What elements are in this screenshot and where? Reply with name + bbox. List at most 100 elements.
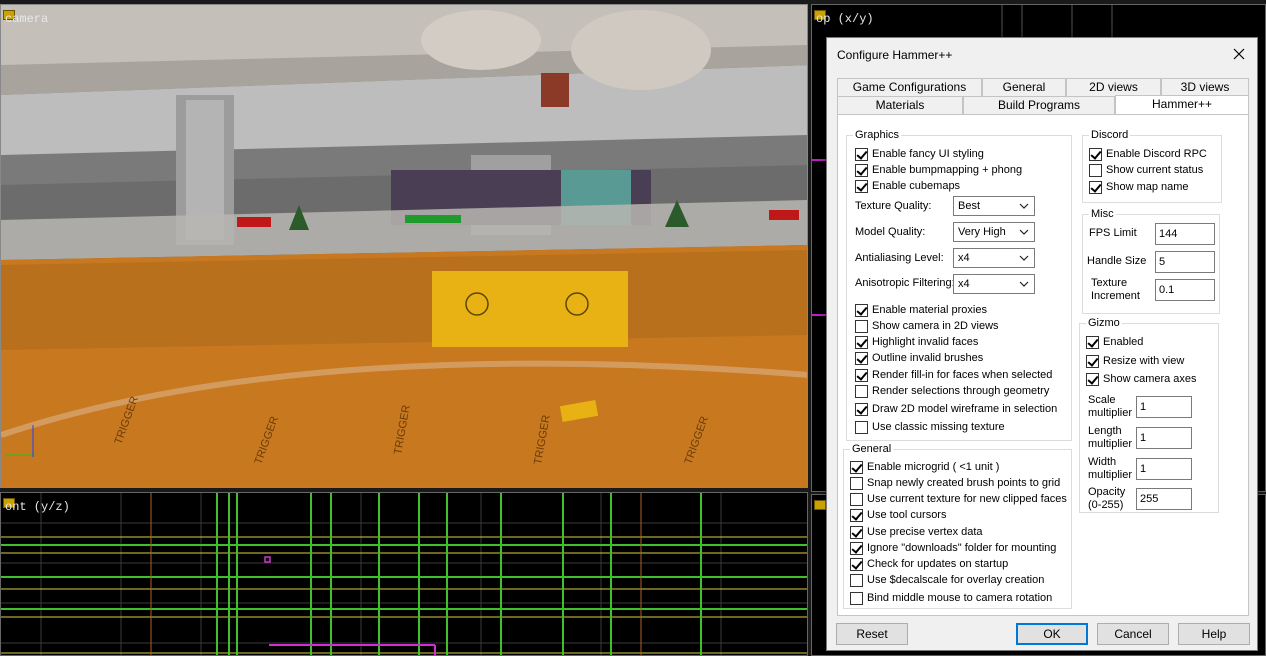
checkbox-box[interactable] bbox=[850, 591, 863, 605]
checkbox-2d-wireframe[interactable]: Draw 2D model wireframe in selection bbox=[855, 401, 1057, 417]
length-label-1: Length bbox=[1088, 425, 1122, 437]
checkbox-box[interactable] bbox=[850, 508, 863, 522]
model-quality-select[interactable]: Very High bbox=[953, 222, 1035, 242]
checkbox-label: Enable fancy UI styling bbox=[872, 148, 984, 160]
length-multiplier-input[interactable]: 1 bbox=[1136, 427, 1192, 449]
checkbox-box[interactable] bbox=[1086, 354, 1099, 368]
checkbox-box[interactable] bbox=[855, 147, 868, 161]
checkbox-render-through[interactable]: Render selections through geometry bbox=[855, 383, 1049, 399]
handle-size-input[interactable]: 5 bbox=[1155, 251, 1215, 273]
checkbox-bumpmapping[interactable]: Enable bumpmapping + phong bbox=[855, 162, 1022, 178]
checkbox-box[interactable] bbox=[850, 557, 863, 571]
checkbox-box[interactable] bbox=[850, 476, 863, 490]
checkbox-middle-mouse[interactable]: Bind middle mouse to camera rotation bbox=[850, 590, 1052, 606]
checkbox-box[interactable] bbox=[1089, 180, 1102, 194]
width-label-1: Width bbox=[1088, 456, 1117, 468]
checkbox-gizmo-enabled[interactable]: Enabled bbox=[1086, 334, 1143, 350]
checkbox-box[interactable] bbox=[850, 573, 863, 587]
help-button[interactable]: Help bbox=[1178, 623, 1250, 645]
checkbox-camera-2d[interactable]: Show camera in 2D views bbox=[855, 318, 999, 334]
misc-group-title: Misc bbox=[1089, 208, 1116, 220]
anisotropic-select[interactable]: x4 bbox=[953, 274, 1035, 294]
reset-button[interactable]: Reset bbox=[836, 623, 908, 645]
checkbox-material-proxies[interactable]: Enable material proxies bbox=[855, 302, 987, 318]
front-view-label[interactable]: ont (y/z) bbox=[5, 500, 70, 514]
checkbox-box[interactable] bbox=[855, 335, 868, 349]
scale-multiplier-input[interactable]: 1 bbox=[1136, 396, 1192, 418]
gizmo-group-title: Gizmo bbox=[1086, 317, 1122, 329]
checkbox-box[interactable] bbox=[1086, 372, 1099, 386]
checkbox-box[interactable] bbox=[855, 303, 868, 317]
checkbox-resize-with-view[interactable]: Resize with view bbox=[1086, 353, 1184, 369]
width-multiplier-input[interactable]: 1 bbox=[1136, 458, 1192, 480]
checkbox-label: Show map name bbox=[1106, 181, 1189, 193]
handle-size-label: Handle Size bbox=[1087, 255, 1147, 267]
tab-general[interactable]: General bbox=[982, 78, 1066, 96]
checkbox-tool-cursors[interactable]: Use tool cursors bbox=[850, 507, 946, 523]
texture-quality-select[interactable]: Best bbox=[953, 196, 1035, 216]
close-icon[interactable] bbox=[1225, 42, 1253, 66]
checkbox-cubemaps[interactable]: Enable cubemaps bbox=[855, 178, 960, 194]
checkbox-box[interactable] bbox=[850, 460, 863, 474]
checkbox-render-fillin[interactable]: Render fill-in for faces when selected bbox=[855, 367, 1052, 383]
checkbox-ignore-downloads[interactable]: Ignore "downloads" folder for mounting bbox=[850, 540, 1056, 556]
top-view-label[interactable]: op (x/y) bbox=[816, 12, 874, 26]
select-value: Best bbox=[958, 200, 981, 212]
checkbox-discord-rpc[interactable]: Enable Discord RPC bbox=[1089, 146, 1207, 162]
checkbox-box[interactable] bbox=[855, 179, 868, 193]
checkbox-current-status[interactable]: Show current status bbox=[1089, 162, 1203, 178]
checkbox-box[interactable] bbox=[850, 541, 863, 555]
opacity-label-2: (0-255) bbox=[1088, 499, 1124, 511]
width-label-2: multiplier bbox=[1088, 469, 1133, 481]
checkbox-box[interactable] bbox=[855, 163, 868, 177]
viewport-tag-icon[interactable] bbox=[814, 500, 826, 510]
checkbox-decalscale[interactable]: Use $decalscale for overlay creation bbox=[850, 572, 1044, 588]
fps-limit-input[interactable]: 144 bbox=[1155, 223, 1215, 245]
camera-view-label[interactable]: camera bbox=[5, 12, 48, 26]
checkbox-box[interactable] bbox=[855, 368, 868, 382]
tab-hammerpp[interactable]: Hammer++ bbox=[1115, 95, 1249, 114]
checkbox-label: Enable Discord RPC bbox=[1106, 148, 1207, 160]
checkbox-map-name[interactable]: Show map name bbox=[1089, 179, 1189, 195]
cancel-button[interactable]: Cancel bbox=[1097, 623, 1169, 645]
checkbox-highlight-invalid[interactable]: Highlight invalid faces bbox=[855, 334, 978, 350]
tab-materials[interactable]: Materials bbox=[837, 96, 963, 114]
checkbox-label: Use precise vertex data bbox=[867, 526, 983, 538]
checkbox-box[interactable] bbox=[1089, 163, 1102, 177]
anisotropic-label: Anisotropic Filtering: bbox=[855, 277, 955, 289]
checkbox-label: Enable bumpmapping + phong bbox=[872, 164, 1023, 176]
checkbox-box[interactable] bbox=[850, 492, 863, 506]
tab-game-configurations[interactable]: Game Configurations bbox=[837, 78, 982, 96]
checkbox-box[interactable] bbox=[855, 319, 868, 333]
checkbox-box[interactable] bbox=[850, 525, 863, 539]
texture-increment-input[interactable]: 0.1 bbox=[1155, 279, 1215, 301]
ok-button[interactable]: OK bbox=[1016, 623, 1088, 645]
select-value: x4 bbox=[958, 278, 970, 290]
checkbox-camera-axes[interactable]: Show camera axes bbox=[1086, 371, 1197, 387]
checkbox-current-texture[interactable]: Use current texture for new clipped face… bbox=[850, 491, 1067, 507]
camera-viewport[interactable]: TRIGGER TRIGGER TRIGGER TRIGGER TRIGGER … bbox=[0, 4, 808, 488]
checkbox-snap-brush[interactable]: Snap newly created brush points to grid bbox=[850, 475, 1060, 491]
antialiasing-select[interactable]: x4 bbox=[953, 248, 1035, 268]
front-viewport[interactable]: ont (y/z) bbox=[0, 492, 808, 656]
checkbox-outline-invalid[interactable]: Outline invalid brushes bbox=[855, 350, 983, 366]
checkbox-fancy-ui[interactable]: Enable fancy UI styling bbox=[855, 146, 984, 162]
checkbox-microgrid[interactable]: Enable microgrid ( <1 unit ) bbox=[850, 459, 999, 475]
opacity-input[interactable]: 255 bbox=[1136, 488, 1192, 510]
texture-increment-label-2: Increment bbox=[1091, 290, 1140, 302]
opacity-label-1: Opacity bbox=[1088, 486, 1126, 498]
tab-2d-views[interactable]: 2D views bbox=[1066, 78, 1161, 96]
checkbox-box[interactable] bbox=[1086, 335, 1099, 349]
checkbox-box[interactable] bbox=[855, 420, 868, 434]
tab-build-programs[interactable]: Build Programs bbox=[963, 96, 1115, 114]
checkbox-precise-vertex[interactable]: Use precise vertex data bbox=[850, 524, 983, 540]
checkbox-classic-missing[interactable]: Use classic missing texture bbox=[855, 419, 1005, 435]
checkbox-box[interactable] bbox=[855, 402, 868, 416]
checkbox-label: Enable material proxies bbox=[872, 304, 987, 316]
checkbox-check-updates[interactable]: Check for updates on startup bbox=[850, 556, 1008, 572]
checkbox-box[interactable] bbox=[855, 384, 868, 398]
texture-quality-label: Texture Quality: bbox=[855, 200, 932, 212]
checkbox-box[interactable] bbox=[855, 351, 868, 365]
checkbox-box[interactable] bbox=[1089, 147, 1102, 161]
tab-3d-views[interactable]: 3D views bbox=[1161, 78, 1249, 96]
